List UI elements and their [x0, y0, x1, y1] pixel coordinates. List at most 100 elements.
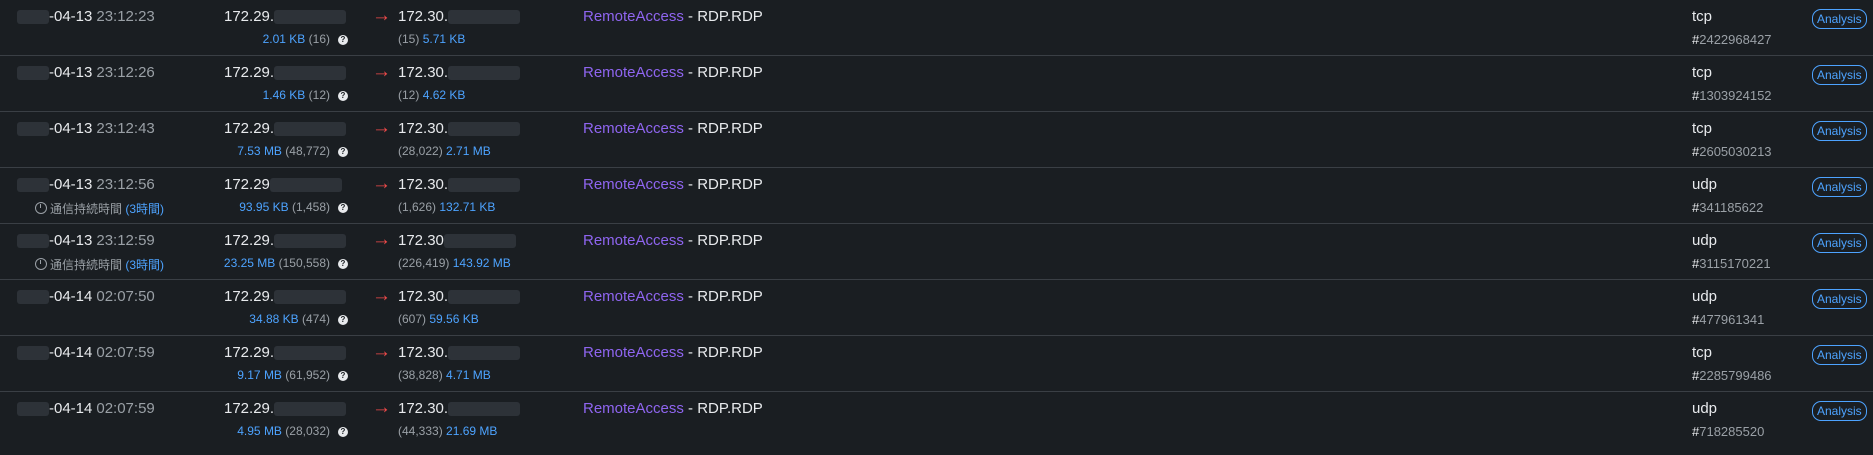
- destination-stats: (1,626) 132.71 KB: [398, 200, 495, 214]
- redacted-ip: [274, 402, 347, 417]
- source-stats: 9.17 MB (61,952)?: [237, 368, 348, 382]
- analysis-button[interactable]: Analysis: [1812, 121, 1867, 141]
- timestamp: -04-13 23:12:26: [17, 64, 155, 81]
- help-icon[interactable]: ?: [338, 35, 348, 45]
- source-ip[interactable]: 172.29.: [224, 344, 347, 361]
- destination-ip[interactable]: 172.30.: [398, 64, 521, 81]
- session-number: 3115170221: [1699, 256, 1771, 271]
- time: 23:12:56: [96, 176, 155, 193]
- destination-ip[interactable]: 172.30.: [398, 8, 521, 25]
- analysis-button[interactable]: Analysis: [1812, 65, 1867, 85]
- source-ip[interactable]: 172.29.: [224, 288, 347, 305]
- analysis-button[interactable]: Analysis: [1812, 345, 1867, 365]
- category-link[interactable]: RemoteAccess: [583, 344, 684, 361]
- source-ip[interactable]: 172.29.: [224, 400, 347, 417]
- source-ip[interactable]: 172.29.: [224, 8, 347, 25]
- separator: -: [683, 344, 698, 361]
- help-icon[interactable]: ?: [338, 203, 348, 213]
- duration-label: 通信持続時間: [50, 202, 123, 216]
- source-ip[interactable]: 172.29.: [224, 232, 347, 249]
- date: -04-13: [49, 176, 93, 193]
- help-icon[interactable]: ?: [338, 315, 348, 325]
- destination-stats: (226,419) 143.92 MB: [398, 256, 511, 270]
- destination-ip[interactable]: 172.30.: [398, 120, 521, 137]
- table-row[interactable]: -04-13 23:12:23 172.29. 2.01 KB (16)? → 1…: [0, 0, 1873, 56]
- analysis-button[interactable]: Analysis: [1812, 233, 1867, 253]
- source-stats: 4.95 MB (28,032)?: [237, 424, 348, 438]
- analysis-button[interactable]: Analysis: [1812, 289, 1867, 309]
- source-ip[interactable]: 172.29.: [224, 64, 347, 81]
- session-id[interactable]: #477961341: [1692, 312, 1764, 327]
- time: 02:07:59: [96, 400, 155, 417]
- source-ip[interactable]: 172.29: [224, 176, 342, 193]
- table-row[interactable]: -04-14 02:07:59 172.29. 4.95 MB (28,032)?…: [0, 392, 1873, 448]
- source-ip-prefix: 172.29.: [224, 232, 275, 249]
- redacted-ip: [448, 402, 521, 417]
- session-id[interactable]: #1303924152: [1692, 88, 1772, 103]
- redacted-ip: [448, 66, 521, 81]
- source-packets: (12): [308, 88, 330, 102]
- source-ip-prefix: 172.29.: [224, 344, 275, 361]
- destination-ip-prefix: 172.30.: [398, 344, 449, 361]
- destination-stats: (44,333) 21.69 MB: [398, 424, 497, 438]
- help-icon[interactable]: ?: [338, 259, 348, 269]
- session-id[interactable]: #2285799486: [1692, 368, 1772, 383]
- analysis-button[interactable]: Analysis: [1812, 177, 1867, 197]
- table-row[interactable]: -04-13 23:12:43 172.29. 7.53 MB (48,772)?…: [0, 112, 1873, 168]
- session-id[interactable]: #2422968427: [1692, 32, 1772, 47]
- analysis-button[interactable]: Analysis: [1812, 401, 1867, 421]
- destination-stats: (12) 4.62 KB: [398, 88, 465, 102]
- destination-bytes: 4.71 MB: [446, 368, 491, 382]
- table-row[interactable]: -04-13 23:12:56 通信持続時間 (3時間) 172.29 93.95…: [0, 168, 1873, 224]
- category-link[interactable]: RemoteAccess: [583, 288, 684, 305]
- category-link[interactable]: RemoteAccess: [583, 64, 684, 81]
- session-id[interactable]: #718285520: [1692, 424, 1764, 439]
- application: RemoteAccess - RDP.RDP: [583, 232, 763, 249]
- table-row[interactable]: -04-13 23:12:59 通信持続時間 (3時間) 172.29. 23.2…: [0, 224, 1873, 280]
- redacted-year: [17, 290, 49, 305]
- source-ip-prefix: 172.29.: [224, 288, 275, 305]
- source-ip-prefix: 172.29.: [224, 400, 275, 417]
- destination-packets: (12): [398, 88, 420, 102]
- time: 23:12:23: [96, 8, 155, 25]
- destination-packets: (38,828): [398, 368, 443, 382]
- category-link[interactable]: RemoteAccess: [583, 400, 684, 417]
- app-name: RDP.RDP: [697, 288, 763, 305]
- session-id[interactable]: #3115170221: [1692, 256, 1771, 271]
- destination-ip-prefix: 172.30.: [398, 8, 449, 25]
- help-icon[interactable]: ?: [338, 371, 348, 381]
- help-icon[interactable]: ?: [338, 147, 348, 157]
- session-id[interactable]: #2605030213: [1692, 144, 1772, 159]
- destination-ip-prefix: 172.30.: [398, 64, 449, 81]
- source-packets: (16): [308, 32, 330, 46]
- separator: -: [683, 8, 698, 25]
- destination-ip[interactable]: 172.30.: [398, 288, 521, 305]
- category-link[interactable]: RemoteAccess: [583, 8, 684, 25]
- application: RemoteAccess - RDP.RDP: [583, 176, 763, 193]
- table-row[interactable]: -04-13 23:12:26 172.29. 1.46 KB (12)? → 1…: [0, 56, 1873, 112]
- destination-stats: (28,022) 2.71 MB: [398, 144, 491, 158]
- destination-ip[interactable]: 172.30: [398, 232, 516, 249]
- destination-ip[interactable]: 172.30.: [398, 176, 521, 193]
- source-bytes: 4.95 MB: [237, 424, 282, 438]
- session-id[interactable]: #341185622: [1692, 200, 1763, 215]
- destination-bytes: 4.62 KB: [422, 88, 466, 102]
- source-ip[interactable]: 172.29.: [224, 120, 347, 137]
- category-link[interactable]: RemoteAccess: [583, 176, 684, 193]
- destination-ip[interactable]: 172.30.: [398, 400, 521, 417]
- source-packets: (150,558): [278, 256, 330, 270]
- table-row[interactable]: -04-14 02:07:59 172.29. 9.17 MB (61,952)?…: [0, 336, 1873, 392]
- app-name: RDP.RDP: [697, 8, 763, 25]
- destination-ip[interactable]: 172.30.: [398, 344, 521, 361]
- time: 02:07:59: [96, 344, 155, 361]
- source-stats: 2.01 KB (16)?: [263, 32, 348, 46]
- table-row[interactable]: -04-14 02:07:50 172.29. 34.88 KB (474)? →…: [0, 280, 1873, 336]
- help-icon[interactable]: ?: [338, 91, 348, 101]
- app-name: RDP.RDP: [697, 64, 763, 81]
- analysis-button[interactable]: Analysis: [1812, 9, 1867, 29]
- help-icon[interactable]: ?: [338, 427, 348, 437]
- category-link[interactable]: RemoteAccess: [583, 232, 684, 249]
- date: -04-13: [49, 232, 93, 249]
- redacted-year: [17, 178, 49, 193]
- category-link[interactable]: RemoteAccess: [583, 120, 684, 137]
